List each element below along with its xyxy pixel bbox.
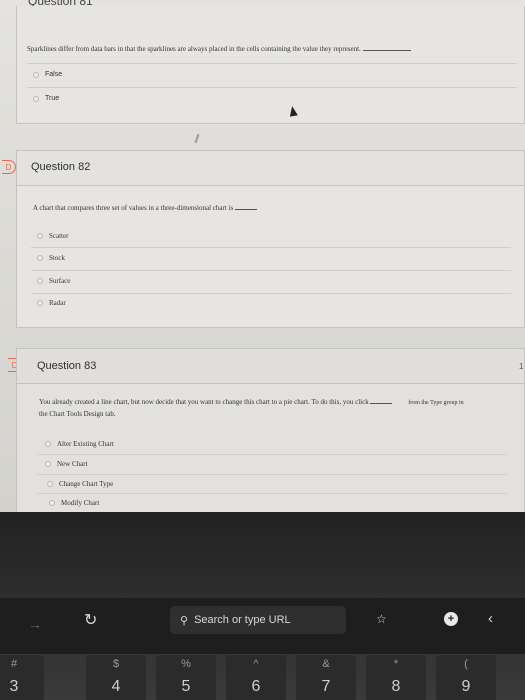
option-surface[interactable]: Surface	[37, 277, 70, 285]
answer-blank	[234, 204, 257, 210]
question-82-text: A chart that compares three set of value…	[33, 204, 257, 212]
option-change-chart-type[interactable]: Change Chart Type	[47, 480, 113, 488]
question-83-title: Question 83	[37, 360, 97, 372]
radio-button[interactable]	[49, 500, 55, 506]
option-new-chart[interactable]: New Chart	[45, 460, 88, 468]
option-false[interactable]: False	[33, 71, 62, 78]
key-6[interactable]: ^ 6	[226, 654, 286, 700]
browser-viewport: Question 81 Sparklines differ from data …	[0, 0, 525, 512]
question-82-title: Question 82	[31, 161, 91, 173]
radio-button[interactable]	[37, 233, 43, 239]
option-divider	[27, 87, 517, 88]
number-key-row: # 3 $ 4 % 5 ^ 6 & 7 * 8 ( 9	[0, 652, 525, 700]
answer-blank	[362, 45, 411, 51]
question-83-header: Question 83 1	[16, 348, 525, 384]
answer-blank	[370, 398, 393, 404]
search-url-field[interactable]: ⚲ Search or type URL	[170, 606, 346, 634]
radio-button[interactable]	[37, 255, 43, 261]
new-tab-plus-icon[interactable]: +	[444, 612, 458, 626]
reload-icon[interactable]: ↻	[84, 610, 97, 630]
question-81-text: Sparklines differ from data bars in that…	[27, 45, 411, 53]
option-true[interactable]: True	[33, 95, 59, 102]
question-83-card: You already created a line chart, but no…	[16, 384, 525, 512]
question-81-card: Sparklines differ from data bars in that…	[16, 6, 525, 124]
option-radar[interactable]: Radar	[37, 299, 66, 307]
key-7[interactable]: & 7	[296, 654, 356, 700]
option-scatter[interactable]: Scatter	[37, 232, 68, 240]
question-82-card: A chart that compares three set of value…	[16, 186, 525, 328]
key-8[interactable]: * 8	[366, 654, 426, 700]
question-83-points: 1	[519, 362, 524, 371]
stray-mark	[194, 133, 200, 144]
radio-button[interactable]	[33, 71, 39, 78]
key-5[interactable]: % 5	[156, 654, 216, 700]
laptop-keyboard: → ↻ ⚲ Search or type URL ☆ + ‹ # 3 $ 4 %…	[0, 512, 525, 700]
radio-button[interactable]	[47, 481, 53, 487]
option-stock[interactable]: Stock	[37, 254, 65, 262]
key-4[interactable]: $ 4	[86, 654, 146, 700]
flag-question-82-icon[interactable]: D	[2, 160, 16, 174]
option-modify-chart[interactable]: Modify Chart	[49, 499, 99, 507]
question-83-text-line1: You already created a line chart, but no…	[39, 398, 464, 406]
key-3[interactable]: # 3	[0, 654, 44, 700]
bookmark-star-icon[interactable]: ☆	[376, 612, 387, 626]
option-divider	[37, 493, 507, 494]
radio-button[interactable]	[45, 441, 51, 447]
option-divider	[37, 474, 507, 475]
key-9[interactable]: ( 9	[436, 654, 496, 700]
chevron-left-icon[interactable]: ‹	[488, 610, 493, 627]
option-divider	[27, 63, 517, 64]
touch-bar: → ↻ ⚲ Search or type URL ☆ + ‹	[0, 598, 525, 654]
option-divider	[31, 293, 511, 294]
radio-button[interactable]	[45, 461, 51, 467]
option-divider	[37, 454, 507, 455]
option-divider	[31, 270, 511, 271]
option-alter-existing-chart[interactable]: Alter Existing Chart	[45, 440, 114, 448]
question-82-header: Question 82	[16, 150, 525, 186]
mouse-pointer-icon	[288, 105, 298, 117]
option-divider	[31, 247, 511, 248]
radio-button[interactable]	[37, 278, 43, 284]
question-83-text-line2: the Chart Tools Design tab.	[39, 410, 116, 418]
back-arrow-icon[interactable]: →	[28, 616, 42, 632]
search-icon: ⚲	[180, 614, 189, 627]
radio-button[interactable]	[33, 95, 39, 102]
radio-button[interactable]	[37, 300, 43, 306]
